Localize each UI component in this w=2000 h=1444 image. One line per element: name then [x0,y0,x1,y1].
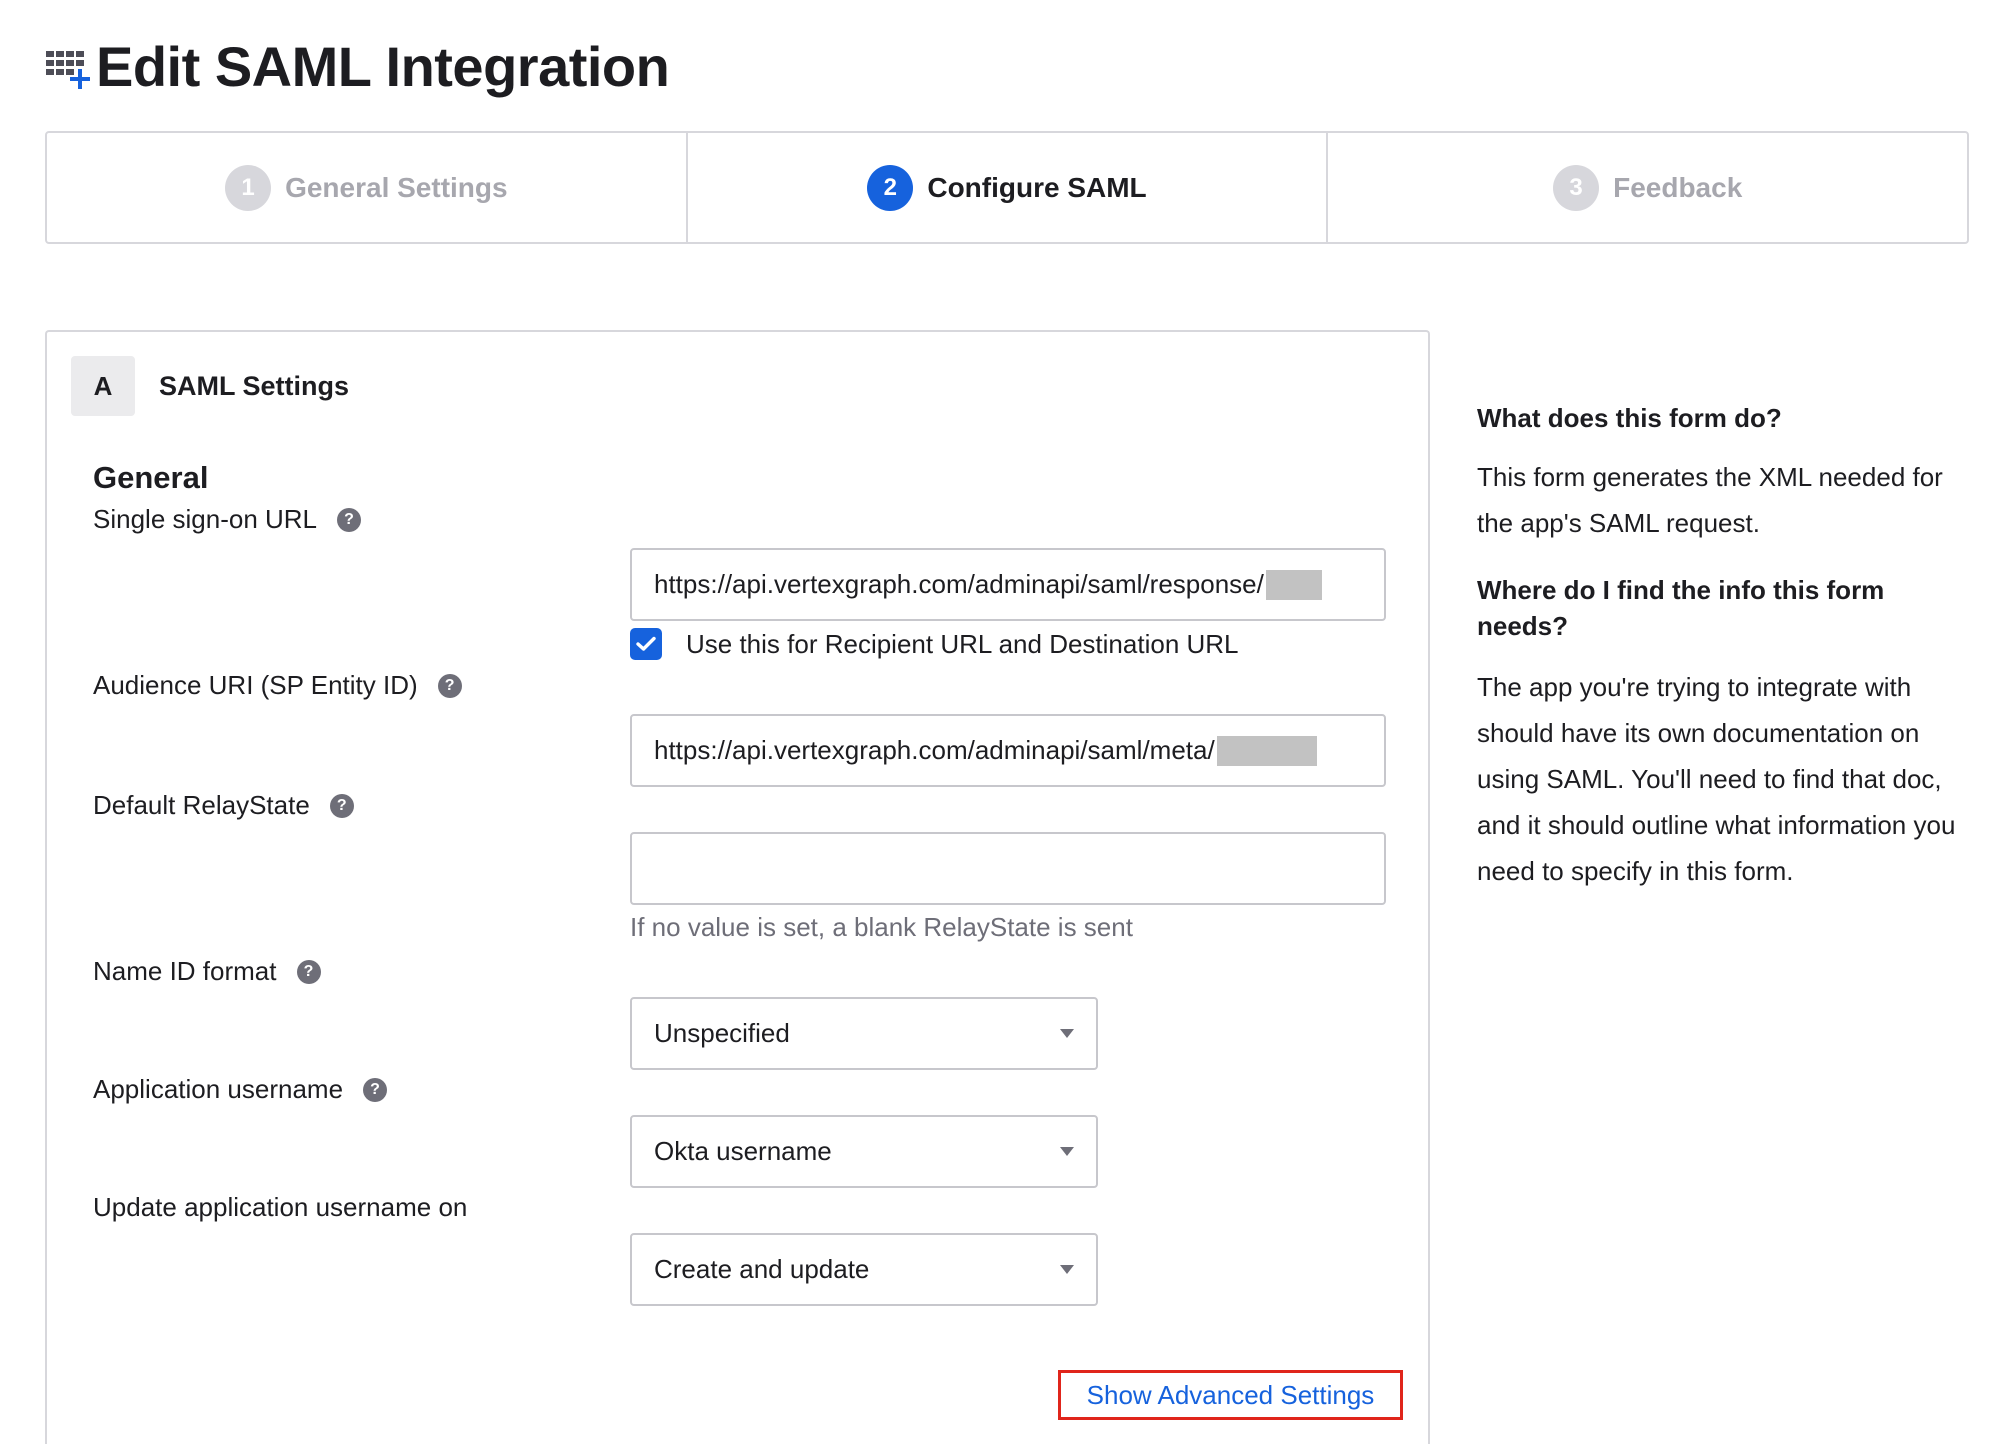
help-icon[interactable]: ? [296,959,321,984]
app-username-select[interactable]: Okta username [630,1115,1098,1188]
step-label: General Settings [285,171,508,203]
section-title: SAML Settings [159,370,350,401]
name-id-format-select[interactable]: Unspecified [630,997,1098,1070]
redacted-block [1216,735,1317,766]
page-title: Edit SAML Integration [96,35,670,98]
step-number: 2 [867,164,914,211]
step-feedback[interactable]: 3 Feedback [1328,133,1967,242]
help-answer: The app you're trying to integrate with … [1477,672,1956,886]
audience-uri-input[interactable]: https://api.vertexgraph.com/adminapi/sam… [630,714,1386,787]
show-advanced-settings-link[interactable]: Show Advanced Settings [1058,1370,1403,1420]
caret-down-icon [1060,1147,1074,1156]
help-icon[interactable]: ? [363,1077,388,1102]
name-id-format-label: Name ID format ? [93,956,321,987]
checkbox-label: Use this for Recipient URL and Destinati… [686,628,1239,659]
input-value: https://api.vertexgraph.com/adminapi/sam… [654,569,1264,599]
section-header: A SAML Settings [71,356,349,416]
relay-state-input[interactable] [630,832,1386,905]
step-number: 3 [1553,164,1600,211]
help-sidebar: What does this form do? This form genera… [1477,400,1977,894]
step-configure-saml[interactable]: 2 Configure SAML [688,133,1329,242]
input-value: https://api.vertexgraph.com/adminapi/sam… [654,735,1215,765]
page: Edit SAML Integration 1 General Settings… [0,0,2000,1444]
relay-state-label: Default RelayState ? [93,790,354,821]
grid-plus-icon [44,43,92,91]
help-question: Where do I find the info this form needs… [1477,575,1885,641]
page-header: Edit SAML Integration [44,34,670,99]
step-label: Feedback [1613,171,1743,203]
update-username-on-label: Update application username on [93,1192,467,1223]
field-label-text: Audience URI (SP Entity ID) [93,670,418,700]
group-title: General [93,460,209,495]
checkbox-checked-icon[interactable] [630,628,662,660]
field-label-text: Default RelayState [93,790,310,820]
help-question: What does this form do? [1477,403,1782,433]
section-letter-badge: A [71,356,135,416]
help-icon[interactable]: ? [437,673,462,698]
caret-down-icon [1060,1029,1074,1038]
redacted-block [1265,569,1322,600]
field-label-text: Single sign-on URL [93,504,318,534]
audience-uri-label: Audience URI (SP Entity ID) ? [93,670,462,701]
field-label-text: Name ID format [93,956,277,986]
sso-url-label: Single sign-on URL ? [93,504,362,535]
field-label-text: Application username [93,1074,344,1104]
sso-url-input[interactable]: https://api.vertexgraph.com/adminapi/sam… [630,548,1386,621]
relay-state-hint: If no value is set, a blank RelayState i… [630,912,1133,942]
app-username-label: Application username ? [93,1074,388,1105]
help-icon[interactable]: ? [337,507,362,532]
select-value: Create and update [654,1254,870,1284]
step-number: 1 [225,164,272,211]
saml-settings-panel: A SAML Settings General Single sign-on U… [45,330,1430,1444]
field-label-text: Update application username on [93,1192,468,1222]
caret-down-icon [1060,1265,1074,1274]
recipient-url-checkbox-row[interactable]: Use this for Recipient URL and Destinati… [630,628,1239,660]
select-value: Okta username [654,1136,832,1166]
step-label: Configure SAML [927,171,1147,203]
step-general-settings[interactable]: 1 General Settings [47,133,688,242]
update-username-on-select[interactable]: Create and update [630,1233,1098,1306]
help-icon[interactable]: ? [329,793,354,818]
wizard-stepper: 1 General Settings 2 Configure SAML 3 Fe… [45,131,1969,244]
select-value: Unspecified [654,1018,790,1048]
help-answer: This form generates the XML needed for t… [1477,462,1943,538]
